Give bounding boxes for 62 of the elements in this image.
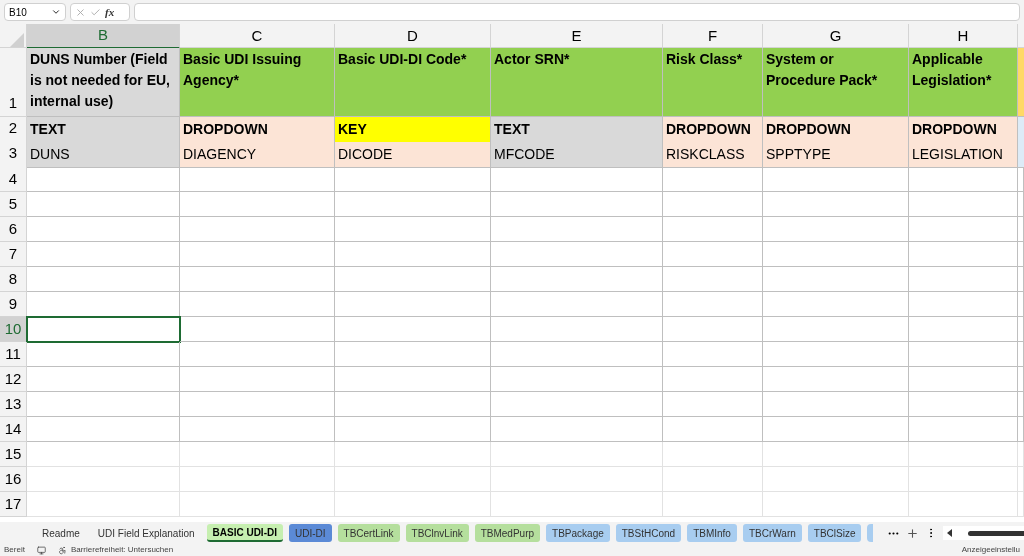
formula-field[interactable]	[134, 3, 1020, 21]
sheet-tab[interactable]: TBMInfo	[687, 524, 737, 542]
table-cell: DUNS Number (Field is not needed for EU, internal use)	[27, 48, 180, 117]
row-header[interactable]: 9	[0, 292, 27, 317]
add-sheet-icon[interactable]	[906, 526, 920, 540]
row-header[interactable]: 2	[0, 117, 27, 143]
sheet-tab[interactable]: TBClSize	[807, 524, 862, 542]
selected-cell[interactable]	[27, 317, 180, 342]
row-header[interactable]: 17	[0, 492, 27, 517]
sheet-tab[interactable]: TBCertLink	[337, 524, 400, 542]
table-cell: TEXT	[27, 117, 180, 143]
table-cell: Basic UDI Issuing Agency*	[180, 48, 335, 117]
table-cell: LEGISLATION	[909, 142, 1018, 168]
row-header[interactable]: 16	[0, 467, 27, 492]
row-header[interactable]: 5	[0, 192, 27, 217]
table-cell: DUNS	[27, 142, 180, 168]
table-cell: Basic UDI-DI Code*	[335, 48, 491, 117]
row-header[interactable]: 13	[0, 392, 27, 417]
function-icon[interactable]: fx	[105, 3, 115, 21]
sheet-tab[interactable]: BASIC UDI-DI	[206, 524, 283, 542]
table-cell: Applicable Legislation*	[909, 48, 1018, 117]
row-header[interactable]: 3	[0, 142, 27, 168]
table-cell: DIAGENCY	[180, 142, 335, 168]
row-header[interactable]: 10	[0, 317, 27, 342]
row-header[interactable]: 12	[0, 367, 27, 392]
row-header[interactable]: 14	[0, 417, 27, 442]
sheet-tab[interactable]: TBMedPurp	[474, 524, 541, 542]
row-header[interactable]: 1	[0, 48, 27, 117]
row-header[interactable]: 8	[0, 267, 27, 292]
table-cell: DROPDOWN	[763, 117, 909, 143]
table-cell: Actor SRN*	[491, 48, 663, 117]
table-cell: DROPDOWN	[663, 117, 763, 143]
sheet-tab[interactable]: TBClnvLink	[405, 524, 469, 542]
row-header[interactable]: 11	[0, 342, 27, 367]
accessibility-icon[interactable]	[57, 545, 67, 555]
row-header[interactable]: 15	[0, 442, 27, 467]
sheet-tab[interactable]: Readme	[36, 524, 86, 542]
table-cell: DROPDOWN	[909, 117, 1018, 143]
table-cell: Risk Class*	[663, 48, 763, 117]
table-cell: System or Procedure Pack*	[763, 48, 909, 117]
sheet-tab[interactable]: TBCrWarn	[742, 524, 802, 542]
row-header[interactable]: 7	[0, 242, 27, 267]
table-cell: DROPDOWN	[180, 117, 335, 143]
table-cell: DICODE	[335, 142, 491, 168]
column-header[interactable]: B	[27, 24, 180, 49]
table-cell: KEY	[335, 117, 491, 143]
table-cell: MFCODE	[491, 142, 663, 168]
row-header[interactable]: 6	[0, 217, 27, 242]
accessibility-status[interactable]: Barrierefreiheit: Untersuchen	[70, 544, 174, 556]
name-box[interactable]: B10	[4, 3, 66, 21]
row-header[interactable]: 4	[0, 167, 27, 192]
check-icon[interactable]	[90, 6, 101, 18]
display-settings[interactable]: Anzeigeeinstellu	[961, 544, 1020, 556]
sheet-tab[interactable]: TBPackage	[546, 524, 610, 542]
table-cell: SPPTYPE	[763, 142, 909, 168]
sheet-tab[interactable]: TBStHCond	[615, 524, 682, 542]
status-text: Bereit	[4, 544, 25, 556]
table-cell: RISKCLASS	[663, 142, 763, 168]
table-cell: TEXT	[491, 117, 663, 143]
chevron-icon	[51, 7, 61, 17]
sheet-tab[interactable]: UDI Field Explanation	[91, 524, 201, 542]
sheet-tab[interactable]: UDI-DI	[289, 524, 332, 542]
